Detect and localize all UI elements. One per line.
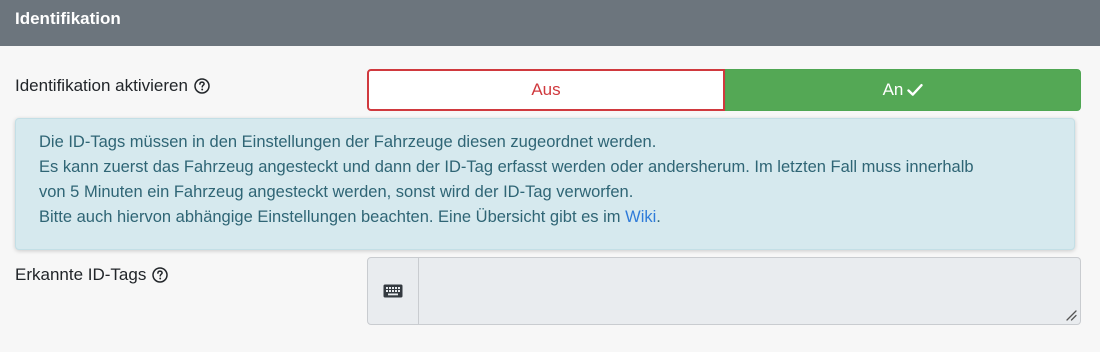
- on-button-label: An: [882, 80, 904, 99]
- info-line-3: Bitte auch hiervon abhängige Einstellung…: [39, 205, 1051, 230]
- tags-label-row: Erkannte ID-Tags: [15, 265, 169, 285]
- info-alert: Die ID-Tags müssen in den Einstellungen …: [15, 118, 1075, 250]
- right-edge: [1100, 0, 1104, 352]
- question-circle-icon[interactable]: [194, 78, 210, 94]
- off-button[interactable]: Aus: [367, 69, 725, 111]
- info-line-2b: von 5 Minuten ein Fahrzeug angesteckt we…: [39, 183, 634, 201]
- resize-handle-icon[interactable]: [1065, 309, 1077, 321]
- activate-toggle-group: Aus An: [367, 69, 1081, 111]
- info-line-1: Die ID-Tags müssen in den Einstellungen …: [39, 133, 657, 151]
- tags-label: Erkannte ID-Tags: [15, 265, 147, 284]
- wiki-link[interactable]: Wiki: [625, 208, 656, 226]
- card-header: Identifikation: [0, 0, 1100, 46]
- tags-textarea[interactable]: [419, 257, 1081, 325]
- info-line-3-suffix: .: [656, 208, 661, 226]
- activate-label: Identifikation aktivieren: [15, 76, 188, 95]
- tags-input-group: [367, 257, 1081, 325]
- identification-card: Identifikation Identifikation aktivieren…: [0, 0, 1100, 352]
- check-icon: [907, 84, 924, 96]
- tags-prefix: [367, 257, 419, 325]
- off-button-label: Aus: [531, 80, 561, 99]
- info-line-3-text: Bitte auch hiervon abhängige Einstellung…: [39, 208, 626, 226]
- activate-label-row: Identifikation aktivieren: [15, 76, 210, 96]
- question-circle-icon[interactable]: [152, 267, 169, 283]
- card-title: Identifikation: [15, 9, 121, 28]
- info-line-2a: Es kann zuerst das Fahrzeug angesteckt u…: [39, 158, 974, 176]
- keyboard-icon: [383, 284, 403, 298]
- on-button[interactable]: An: [725, 69, 1081, 111]
